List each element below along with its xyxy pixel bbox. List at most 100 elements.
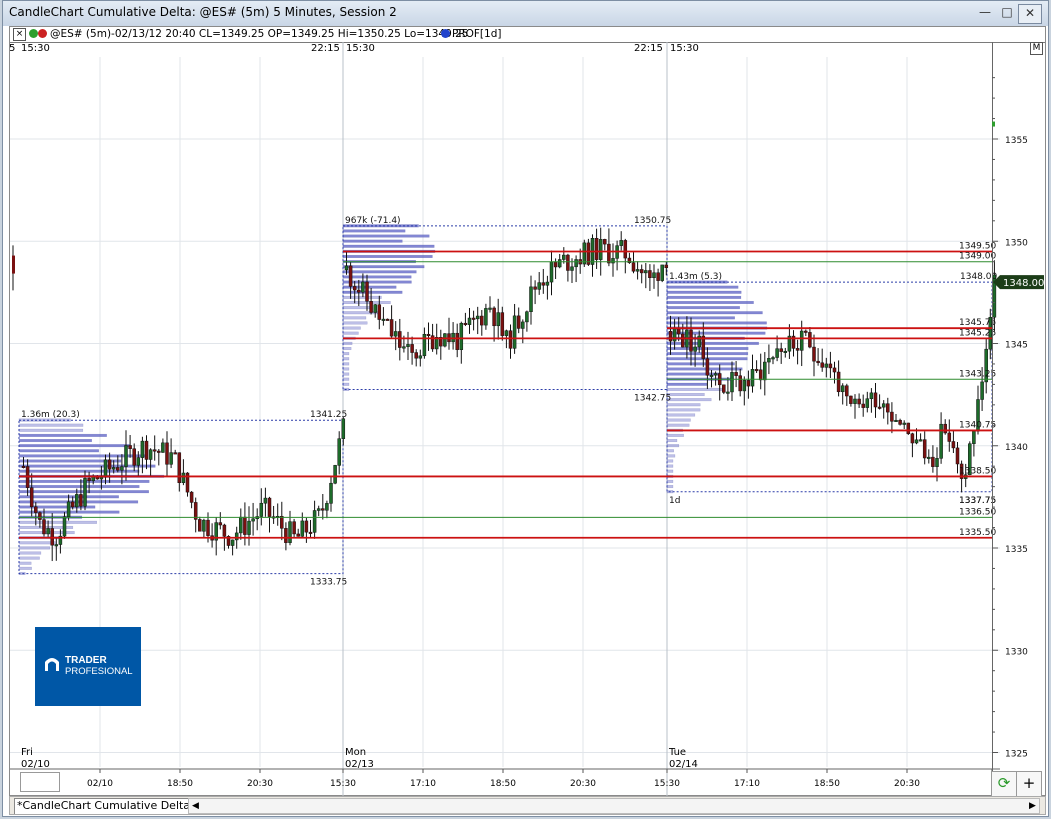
- profile-bar: [18, 520, 97, 524]
- candle-body: [652, 272, 656, 279]
- time-tick-label: 17:10: [410, 779, 436, 789]
- top-time-label: 22:15: [634, 43, 663, 54]
- profile-bar: [18, 423, 84, 427]
- tab-candlechart[interactable]: *CandleChart Cumulative Delta: [14, 798, 194, 814]
- logo-text-line2: PROFESIONAL: [65, 666, 133, 677]
- candle-body: [529, 286, 533, 312]
- candle-body: [325, 503, 329, 511]
- candle-body: [369, 301, 373, 313]
- profile-bar: [342, 254, 433, 258]
- candle-body: [34, 506, 38, 513]
- time-tick-label: 15:30: [330, 779, 356, 789]
- candle-body: [79, 494, 83, 507]
- profile-bar: [666, 387, 724, 391]
- profile-bar: [666, 393, 705, 397]
- profile-bar: [18, 546, 51, 550]
- candle-body: [709, 374, 714, 377]
- candle-body: [754, 369, 759, 372]
- candle-body: [169, 452, 173, 465]
- profile-bar: [666, 306, 740, 310]
- profile-bar: [342, 321, 368, 325]
- horizontal-scrollbar[interactable]: ◀ ▶: [188, 798, 1040, 814]
- candle-body: [763, 361, 767, 381]
- candle-body: [177, 452, 182, 484]
- profile-bar: [666, 398, 712, 402]
- candle-body: [607, 243, 611, 264]
- profile-bar: [18, 556, 40, 560]
- date-selector-box[interactable]: [20, 772, 60, 792]
- profile-bar: [666, 341, 759, 345]
- candle-body: [128, 445, 132, 449]
- profile-bar: [666, 479, 674, 483]
- candle-body: [902, 422, 906, 425]
- title-bar[interactable]: CandleChart Cumulative Delta: @ES# (5m) …: [3, 1, 1048, 26]
- candle-body: [512, 315, 517, 349]
- candle-body: [525, 311, 529, 323]
- profile-bar: [18, 444, 130, 448]
- candle-body: [877, 406, 882, 409]
- candle-body: [337, 438, 341, 466]
- candle-body: [947, 432, 952, 442]
- scroll-left-icon[interactable]: ◀: [189, 799, 202, 813]
- candle-body: [189, 491, 194, 503]
- logo-mark-icon: [45, 658, 59, 671]
- price-axis[interactable]: 1355 1350 1345 1340 1335 1330 1325 1348.00: [992, 42, 1045, 796]
- candle-body: [107, 459, 112, 470]
- candle-body: [218, 522, 223, 526]
- candle-body: [734, 372, 738, 376]
- profile-bar: [18, 428, 84, 432]
- profile-bar: [342, 229, 406, 233]
- candle-body: [198, 519, 202, 532]
- price-tick-label: 1340: [1005, 443, 1028, 453]
- candle-body: [574, 259, 578, 268]
- profile-bar: [666, 295, 742, 299]
- add-chart-button[interactable]: +: [1016, 771, 1042, 797]
- candle-body: [321, 508, 325, 511]
- profile-study-label[interactable]: PROF[1d]: [452, 28, 501, 40]
- legend-close-icon[interactable]: ×: [13, 28, 26, 41]
- profile-bar: [342, 239, 403, 243]
- scroll-right-icon[interactable]: ▶: [1026, 799, 1039, 813]
- maximize-button[interactable]: □: [996, 4, 1018, 22]
- candle-body: [980, 381, 984, 400]
- level-label: 1345.25: [959, 328, 996, 338]
- candle-body: [103, 459, 108, 478]
- candle-body: [296, 533, 300, 537]
- time-tick-label: 18:50: [167, 779, 193, 789]
- profile-volume-label: 967k (-71.4): [345, 216, 401, 226]
- profile-bar: [666, 382, 708, 386]
- window-title: CandleChart Cumulative Delta: @ES# (5m) …: [9, 5, 397, 19]
- close-button[interactable]: ✕: [1018, 4, 1042, 24]
- time-tick-label: 20:30: [247, 779, 273, 789]
- profile-bar: [18, 439, 92, 443]
- minimize-button[interactable]: —: [974, 4, 996, 22]
- candle-body: [230, 539, 235, 546]
- candle-body: [99, 476, 104, 480]
- candle-body: [623, 240, 628, 259]
- time-tick-label: 18:50: [814, 779, 840, 789]
- refresh-icon[interactable]: ⟳: [991, 771, 1017, 797]
- candle-body: [644, 270, 648, 274]
- candle-body: [46, 528, 50, 535]
- candle-body: [406, 344, 410, 347]
- price-plot[interactable]: 5 15:30 22:15 15:30 22:15 15:30 1.36m (20.3) 13…: [10, 42, 1000, 796]
- candle-body: [603, 239, 607, 245]
- profile-bar: [666, 316, 735, 320]
- candle-body: [857, 398, 861, 405]
- candle-body: [87, 478, 91, 481]
- candle-body: [972, 430, 976, 444]
- candle-body: [951, 441, 956, 449]
- candle-body: [206, 519, 210, 536]
- profile-bar: [342, 295, 382, 299]
- time-tick-label: 20:30: [570, 779, 596, 789]
- candle-body: [570, 266, 574, 271]
- candle-body: [12, 255, 15, 274]
- candle-body: [75, 494, 79, 508]
- candle-body: [853, 398, 857, 404]
- profile-bar: [666, 439, 678, 443]
- logo-text-line1: TRADER: [65, 655, 107, 666]
- candle-body: [385, 318, 390, 321]
- candle-body: [812, 346, 816, 362]
- candle-body: [582, 242, 587, 265]
- candle-body: [42, 519, 46, 535]
